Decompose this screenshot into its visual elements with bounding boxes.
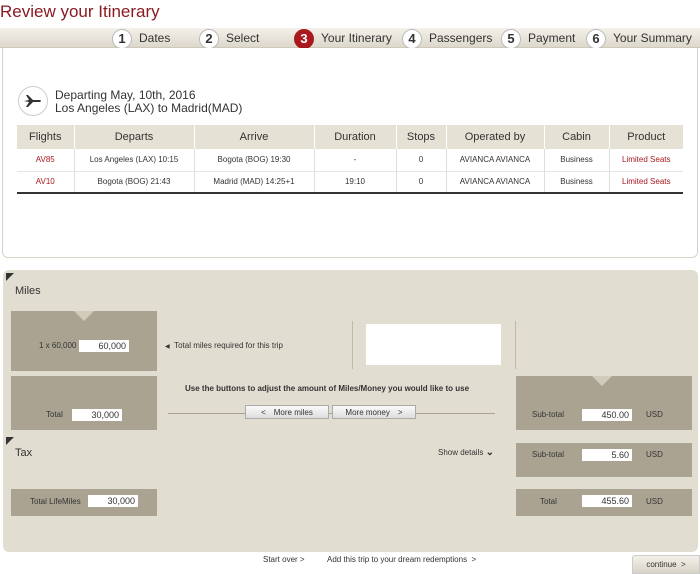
currency-label: USD — [646, 410, 663, 419]
total-label: Total — [46, 410, 63, 419]
miles-total-box — [11, 376, 157, 430]
operated-by-cell: AVIANCA AVIANCA — [446, 149, 545, 172]
departs-cell: Los Angeles (LAX) 10:15 — [74, 149, 195, 172]
tax-header: Tax — [15, 447, 33, 459]
step-number: 1 — [112, 28, 132, 49]
info-box — [366, 324, 501, 365]
step-label: Your Itinerary — [321, 31, 392, 45]
miles-header: Miles — [15, 285, 41, 297]
product-cell[interactable]: Limited Seats — [609, 171, 683, 194]
adjust-instructions: Use the buttons to adjust the amount of … — [185, 384, 470, 393]
operated-by-cell: AVIANCA AVIANCA — [446, 171, 545, 194]
product-cell[interactable]: Limited Seats — [609, 149, 683, 172]
grand-total-currency: USD — [646, 497, 663, 506]
step-label: Passengers — [429, 31, 493, 45]
chevron-left-icon: < — [261, 407, 266, 417]
table-header-row: Flights Departs Arrive Duration Stops Op… — [17, 125, 683, 149]
cabin-cell: Business — [544, 171, 610, 194]
stops-cell: 0 — [396, 149, 447, 172]
corner-marker — [6, 437, 14, 445]
more-miles-label: More miles — [273, 407, 313, 417]
duration-cell: 19:10 — [314, 171, 397, 194]
continue-label: continue — [646, 560, 677, 569]
airplane-icon — [18, 86, 48, 116]
tax-subtotal-label: Sub-total — [532, 450, 565, 459]
step-label: Select — [226, 31, 260, 45]
progress-steps: 1 Dates 2 Select 3 Your Itinerary 4 Passenge… — [0, 28, 700, 49]
step-number: 5 — [501, 28, 521, 49]
calc-value-field: 60,000 — [79, 340, 129, 352]
divider — [7, 436, 692, 437]
show-details-label: Show details — [438, 448, 484, 457]
show-details-toggle[interactable]: Show details ⌄ — [438, 447, 494, 458]
required-miles-label: ◀ Total miles required for this trip — [165, 341, 283, 350]
chevron-right-icon: > — [681, 560, 686, 569]
step-passengers[interactable]: 4 Passengers — [402, 28, 493, 49]
step-label: Dates — [139, 31, 171, 45]
corner-marker — [6, 273, 14, 281]
step-dates[interactable]: 1 Dates — [112, 28, 171, 49]
more-money-button[interactable]: More money > — [332, 405, 416, 419]
total-miles-field[interactable]: 30,000 — [72, 409, 122, 421]
tax-subtotal-field: 5.60 — [582, 449, 632, 461]
arrive-cell: Bogota (BOG) 19:30 — [194, 149, 315, 172]
divider — [352, 321, 353, 369]
continue-button[interactable]: continue > — [632, 555, 700, 574]
required-miles-text: Total miles required for this trip — [174, 341, 284, 350]
add-dream-label: Add this trip to your dream redemptions — [327, 555, 468, 564]
table-row: AV85 Los Angeles (LAX) 10:15 Bogota (BOG… — [17, 149, 683, 172]
flight-number[interactable]: AV85 — [17, 149, 75, 172]
lifemiles-field: 30,000 — [88, 495, 138, 507]
add-dream-redemption-link[interactable]: Add this trip to your dream redemptions … — [327, 555, 476, 564]
col-duration: Duration — [314, 125, 397, 149]
step-number: 3 — [294, 28, 314, 49]
step-label: Your Summary — [613, 31, 692, 45]
departure-route: Los Angeles (LAX) to Madrid(MAD) — [55, 101, 243, 115]
more-money-label: More money — [345, 407, 390, 417]
grand-total-label: Total — [540, 497, 557, 506]
duration-cell: - — [314, 149, 397, 172]
tax-currency-label: USD — [646, 450, 663, 459]
chevron-right-icon: > — [397, 407, 403, 417]
step-number: 2 — [199, 28, 219, 49]
step-your-itinerary[interactable]: 3 Your Itinerary — [294, 28, 392, 49]
chevron-right-icon: > — [471, 555, 477, 564]
col-departs: Departs — [74, 125, 195, 149]
page-title: Review your Itinerary — [0, 2, 160, 21]
grand-total-field: 455.60 — [582, 495, 632, 507]
notch — [592, 376, 612, 386]
departs-cell: Bogota (BOG) 21:43 — [74, 171, 195, 194]
divider — [515, 321, 516, 369]
step-label: Payment — [528, 31, 576, 45]
step-number: 4 — [402, 28, 422, 49]
subtotal-label: Sub-total — [532, 410, 565, 419]
col-stops: Stops — [396, 125, 447, 149]
chevron-right-icon: > — [299, 555, 305, 564]
chevron-down-icon: ⌄ — [485, 447, 494, 458]
subtotal-field: 450.00 — [582, 409, 632, 421]
step-select[interactable]: 2 Select — [199, 28, 260, 49]
notch — [74, 311, 94, 321]
start-over-link[interactable]: Start over > — [263, 555, 305, 564]
step-number: 6 — [586, 28, 606, 49]
start-over-label: Start over — [263, 555, 298, 564]
col-product: Product — [609, 125, 683, 149]
col-operated-by: Operated by — [446, 125, 545, 149]
stops-cell: 0 — [396, 171, 447, 194]
lifemiles-label: Total LifeMiles — [30, 497, 81, 506]
step-payment[interactable]: 5 Payment — [501, 28, 576, 49]
cabin-cell: Business — [544, 149, 610, 172]
arrive-cell: Madrid (MAD) 14:25+1 — [194, 171, 315, 194]
table-row: AV10 Bogota (BOG) 21:43 Madrid (MAD) 14:… — [17, 171, 683, 194]
flights-table: Flights Departs Arrive Duration Stops Op… — [17, 125, 683, 194]
flight-number[interactable]: AV10 — [17, 171, 75, 194]
col-cabin: Cabin — [544, 125, 610, 149]
triangle-left-icon: ◀ — [165, 344, 170, 350]
more-miles-button[interactable]: < More miles — [245, 405, 329, 419]
departure-info: Departing May, 10th, 2016 Los Angeles (L… — [55, 89, 242, 115]
step-your-summary[interactable]: 6 Your Summary — [586, 28, 692, 49]
col-flights: Flights — [17, 125, 75, 149]
calc-label: 1 x 60,000 — [39, 341, 77, 350]
col-arrive: Arrive — [194, 125, 315, 149]
